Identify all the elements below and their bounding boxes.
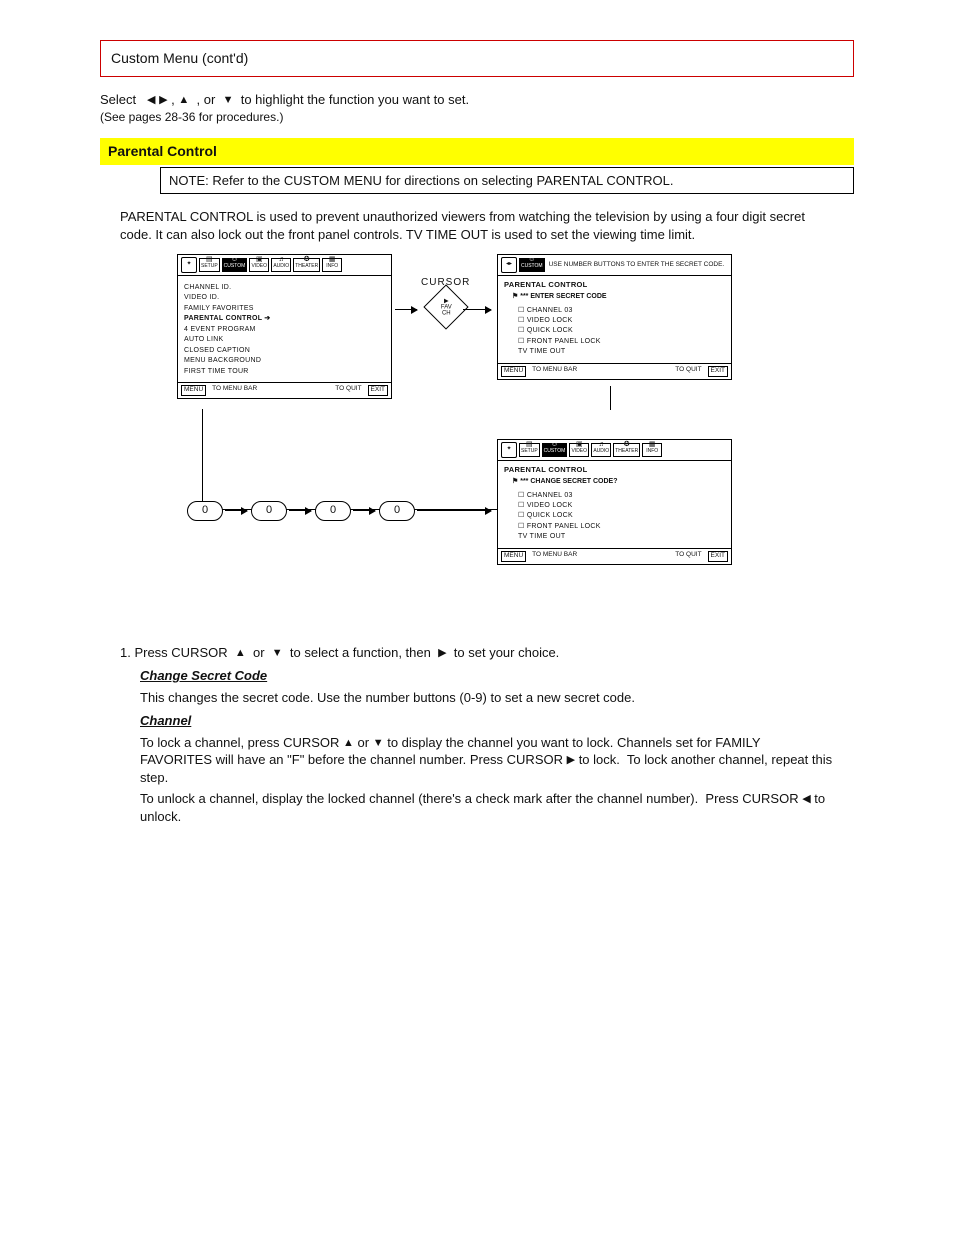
nav-pad-icon: ✦: [181, 257, 197, 273]
instruction-list: 1. Press CURSOR or to select a function,…: [120, 644, 834, 826]
cursor-down-icon: [373, 738, 384, 749]
osd-custom-menu: ✦ ▤SETUP ☺CUSTOM ▣VIDEO ♫AUDIO ✪THEATER …: [177, 254, 392, 400]
custom-menu-list: CHANNEL ID. VIDEO ID. FAMILY FAVORITES P…: [184, 283, 385, 377]
tab-setup: ▤SETUP: [519, 443, 540, 457]
tab-custom: ☺CUSTOM: [222, 258, 248, 272]
arrow-icon: [289, 510, 311, 511]
tab-info: ▦INFO: [322, 258, 342, 272]
flow-diagram: ✦ ▤SETUP ☺CUSTOM ▣VIDEO ♫AUDIO ✪THEATER …: [177, 254, 777, 634]
intro-paragraph: PARENTAL CONTROL is used to prevent unau…: [120, 208, 834, 243]
tab-theater: ✪THEATER: [613, 443, 640, 457]
nav-pad-icon: ◂▸: [501, 257, 517, 273]
cursor-right-icon: [438, 648, 446, 659]
cursor-down-icon: [223, 95, 234, 106]
cursor-right-icon: [159, 95, 167, 106]
digit-pill: 0: [251, 501, 287, 521]
cursor-left-icon: [802, 794, 810, 805]
cursor-up-icon: [178, 95, 189, 106]
tab-audio: ♫AUDIO: [271, 258, 291, 272]
subheading-channel: Channel: [140, 713, 191, 728]
section-header-text: Custom Menu (cont'd): [111, 50, 248, 66]
arrow-icon: [417, 510, 491, 511]
change-code-text: This changes the secret code. Use the nu…: [140, 689, 834, 707]
digit-pill: 0: [187, 501, 223, 521]
cursor-up-icon: [235, 648, 246, 659]
topic-heading: Parental Control: [100, 138, 854, 165]
cursor-badge: CURSOR ▶ FAV CH: [421, 276, 470, 324]
osd-enter-code: ◂▸ ☺CUSTOM USE NUMBER BUTTONS TO ENTER T…: [497, 254, 732, 381]
cursor-up-icon: [343, 738, 354, 749]
channel-lock-text: To lock a channel, press CURSOR or to di…: [140, 734, 834, 787]
arrow-icon: [353, 510, 375, 511]
arrow-icon: [463, 309, 491, 310]
cursor-left-icon: [147, 95, 155, 106]
key-icon: *** ENTER SECRET CODE: [512, 292, 725, 301]
tab-setup: ▤SETUP: [199, 258, 220, 272]
channel-unlock-text: To unlock a channel, display the locked …: [140, 790, 834, 825]
tab-video: ▣VIDEO: [569, 443, 589, 457]
tab-custom: ☺CUSTOM: [519, 258, 545, 272]
digit-pill: 0: [379, 501, 415, 521]
menu-item-parental-control: PARENTAL CONTROL ➔: [184, 314, 385, 324]
tab-info: ▦INFO: [642, 443, 662, 457]
nav-pad-icon: ✦: [501, 442, 517, 458]
digit-pill: 0: [315, 501, 351, 521]
section-header-box: Custom Menu (cont'd): [100, 40, 854, 77]
note-box: NOTE: Refer to the CUSTOM MENU for direc…: [160, 167, 854, 195]
key-icon: *** CHANGE SECRET CODE?: [512, 477, 725, 486]
arrow-icon: [225, 510, 247, 511]
cursor-right-icon: [567, 755, 575, 766]
cursor-down-icon: [272, 648, 283, 659]
tab-custom: ☺CUSTOM: [542, 443, 568, 457]
tab-audio: ♫AUDIO: [591, 443, 611, 457]
osd-change-code: ✦ ▤SETUP ☺CUSTOM ▣VIDEO ♫AUDIO ✪THEATER …: [497, 439, 732, 566]
step-1: 1. Press CURSOR or to select a function,…: [120, 644, 834, 826]
lead-line: Select , , or to highlight the function …: [100, 91, 854, 126]
arrow-icon: [395, 309, 417, 310]
subheading-change-code: Change Secret Code: [140, 668, 267, 683]
tab-video: ▣VIDEO: [249, 258, 269, 272]
tab-theater: ✪THEATER: [293, 258, 320, 272]
